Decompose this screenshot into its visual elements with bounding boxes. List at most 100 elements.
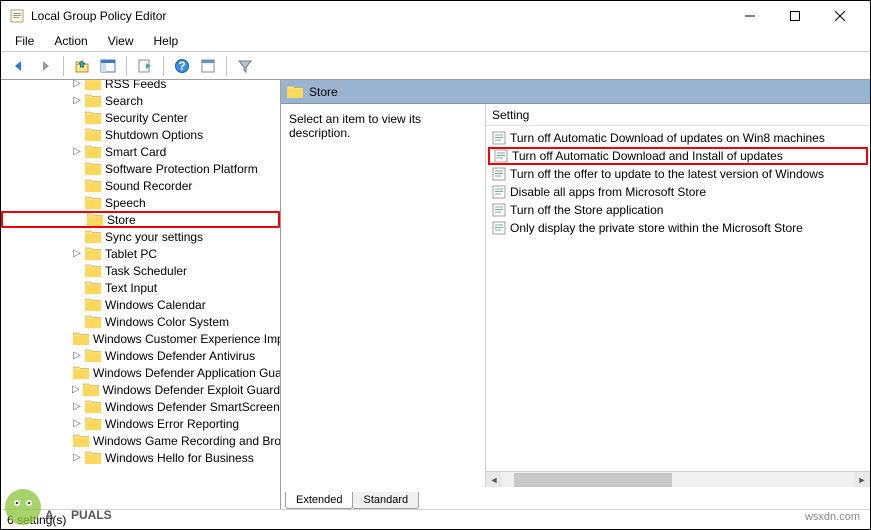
expander-icon[interactable]: ▷ (71, 146, 83, 157)
folder-icon (73, 366, 89, 379)
scroll-thumb[interactable] (514, 473, 672, 487)
folder-icon (287, 85, 303, 98)
maximize-button[interactable] (772, 1, 817, 31)
tree-item[interactable]: Store (1, 211, 280, 228)
export-button[interactable] (133, 54, 157, 78)
tree-item[interactable]: ▷ Smart Card (1, 143, 280, 160)
tree-item[interactable]: Software Protection Platform (1, 160, 280, 177)
folder-icon (83, 383, 99, 396)
expander-icon[interactable]: ▷ (71, 95, 83, 106)
tree-item[interactable]: Windows Calendar (1, 296, 280, 313)
setting-item[interactable]: Turn off the offer to update to the late… (488, 165, 868, 183)
tree-item[interactable]: Shutdown Options (1, 126, 280, 143)
expander-icon[interactable]: ▷ (71, 401, 83, 412)
properties-button[interactable] (196, 54, 220, 78)
folder-icon (73, 332, 89, 345)
description-text: Select an item to view its description. (289, 112, 421, 140)
tree-item-label: Speech (105, 196, 146, 210)
tree-item-label: Windows Hello for Business (105, 451, 254, 465)
tree-item[interactable]: Sound Recorder (1, 177, 280, 194)
folder-icon (85, 128, 101, 141)
folder-icon (87, 213, 103, 226)
scroll-right-icon[interactable]: ► (854, 472, 870, 488)
expander-icon[interactable]: ▷ (71, 248, 83, 259)
folder-icon (85, 400, 101, 413)
title-bar: Local Group Policy Editor (1, 1, 870, 31)
tab-extended[interactable]: Extended (285, 492, 353, 509)
toolbar-separator (126, 56, 127, 76)
tree-item[interactable]: Sync your settings (1, 228, 280, 245)
tree-item-label: Windows Color System (105, 315, 229, 329)
scroll-track[interactable] (502, 472, 854, 488)
tree-item-label: Shutdown Options (105, 128, 203, 142)
tree-item[interactable]: ▷Windows Defender SmartScreen (1, 398, 280, 415)
scroll-left-icon[interactable]: ◄ (486, 472, 502, 488)
tree-item[interactable]: Security Center (1, 109, 280, 126)
tree-item[interactable]: Windows Customer Experience Improvement … (1, 330, 280, 347)
folder-icon (85, 145, 101, 158)
menu-file[interactable]: File (7, 32, 42, 50)
tree-item[interactable]: Windows Defender Application Guard (1, 364, 280, 381)
close-button[interactable] (817, 1, 862, 31)
expander-icon[interactable]: ▷ (71, 452, 83, 463)
expander-icon[interactable]: ▷ (71, 384, 81, 395)
folder-icon (85, 230, 101, 243)
tree-item[interactable]: ▷Windows Defender Antivirus (1, 347, 280, 364)
tree-item[interactable]: Windows Game Recording and Broadcasting (1, 432, 280, 449)
folder-icon (85, 281, 101, 294)
tree-item[interactable]: ▷Search (1, 92, 280, 109)
settings-column-header[interactable]: Setting (486, 104, 870, 126)
setting-icon (492, 203, 506, 217)
setting-label: Turn off Automatic Download and Install … (512, 149, 783, 163)
status-text: 6 setting(s) (7, 513, 66, 527)
tree-item[interactable]: ▷ Windows Hello for Business (1, 449, 280, 466)
folder-icon (85, 264, 101, 277)
tree-item[interactable]: ▷ Windows Defender Exploit Guard (1, 381, 280, 398)
menu-help[interactable]: Help (146, 32, 187, 50)
menu-view[interactable]: View (100, 32, 142, 50)
setting-label: Turn off the offer to update to the late… (510, 167, 824, 181)
tree-item[interactable]: Windows Color System (1, 313, 280, 330)
tree-item-label: Windows Game Recording and Broadcasting (93, 434, 281, 448)
forward-button[interactable] (33, 54, 57, 78)
expander-icon[interactable]: ▷ (71, 80, 83, 89)
back-button[interactable] (7, 54, 31, 78)
tree-item-label: Windows Defender Exploit Guard (103, 383, 280, 397)
tree-item[interactable]: Text Input (1, 279, 280, 296)
tree-item[interactable]: ▷RSS Feeds (1, 80, 280, 92)
tree-item-label: Security Center (105, 111, 188, 125)
setting-icon (494, 149, 508, 163)
tree-item-label: Smart Card (105, 145, 166, 159)
horizontal-scrollbar[interactable]: ◄ ► (486, 471, 870, 487)
setting-item[interactable]: Only display the private store within th… (488, 219, 868, 237)
folder-icon (85, 94, 101, 107)
setting-item[interactable]: Turn off Automatic Download of updates o… (488, 129, 868, 147)
tree-item[interactable]: ▷Tablet PC (1, 245, 280, 262)
expander-icon[interactable]: ▷ (71, 350, 83, 361)
folder-icon (85, 162, 101, 175)
setting-icon (492, 167, 506, 181)
show-hide-tree-button[interactable] (96, 54, 120, 78)
content-area: ▷RSS Feeds▷Search Security Center Shutdown… (1, 79, 870, 509)
tab-standard[interactable]: Standard (352, 492, 419, 509)
setting-item[interactable]: Turn off the Store application (488, 201, 868, 219)
up-button[interactable] (70, 54, 94, 78)
tree-item-label: Sync your settings (105, 230, 203, 244)
setting-item[interactable]: Disable all apps from Microsoft Store (488, 183, 868, 201)
setting-label: Disable all apps from Microsoft Store (510, 185, 706, 199)
tree-item[interactable]: ▷Windows Error Reporting (1, 415, 280, 432)
expander-icon[interactable]: ▷ (71, 418, 83, 429)
minimize-button[interactable] (727, 1, 772, 31)
menu-action[interactable]: Action (46, 32, 95, 50)
folder-icon (85, 179, 101, 192)
settings-list[interactable]: Turn off Automatic Download of updates o… (486, 126, 870, 471)
folder-icon (85, 247, 101, 260)
tree-item[interactable]: Speech (1, 194, 280, 211)
tree-item-label: Task Scheduler (105, 264, 187, 278)
setting-item[interactable]: Turn off Automatic Download and Install … (488, 147, 868, 165)
window-title: Local Group Policy Editor (31, 9, 727, 23)
filter-button[interactable] (233, 54, 257, 78)
tree-panel[interactable]: ▷RSS Feeds▷Search Security Center Shutdown… (1, 80, 281, 509)
tree-item[interactable]: Task Scheduler (1, 262, 280, 279)
help-button[interactable]: ? (170, 54, 194, 78)
